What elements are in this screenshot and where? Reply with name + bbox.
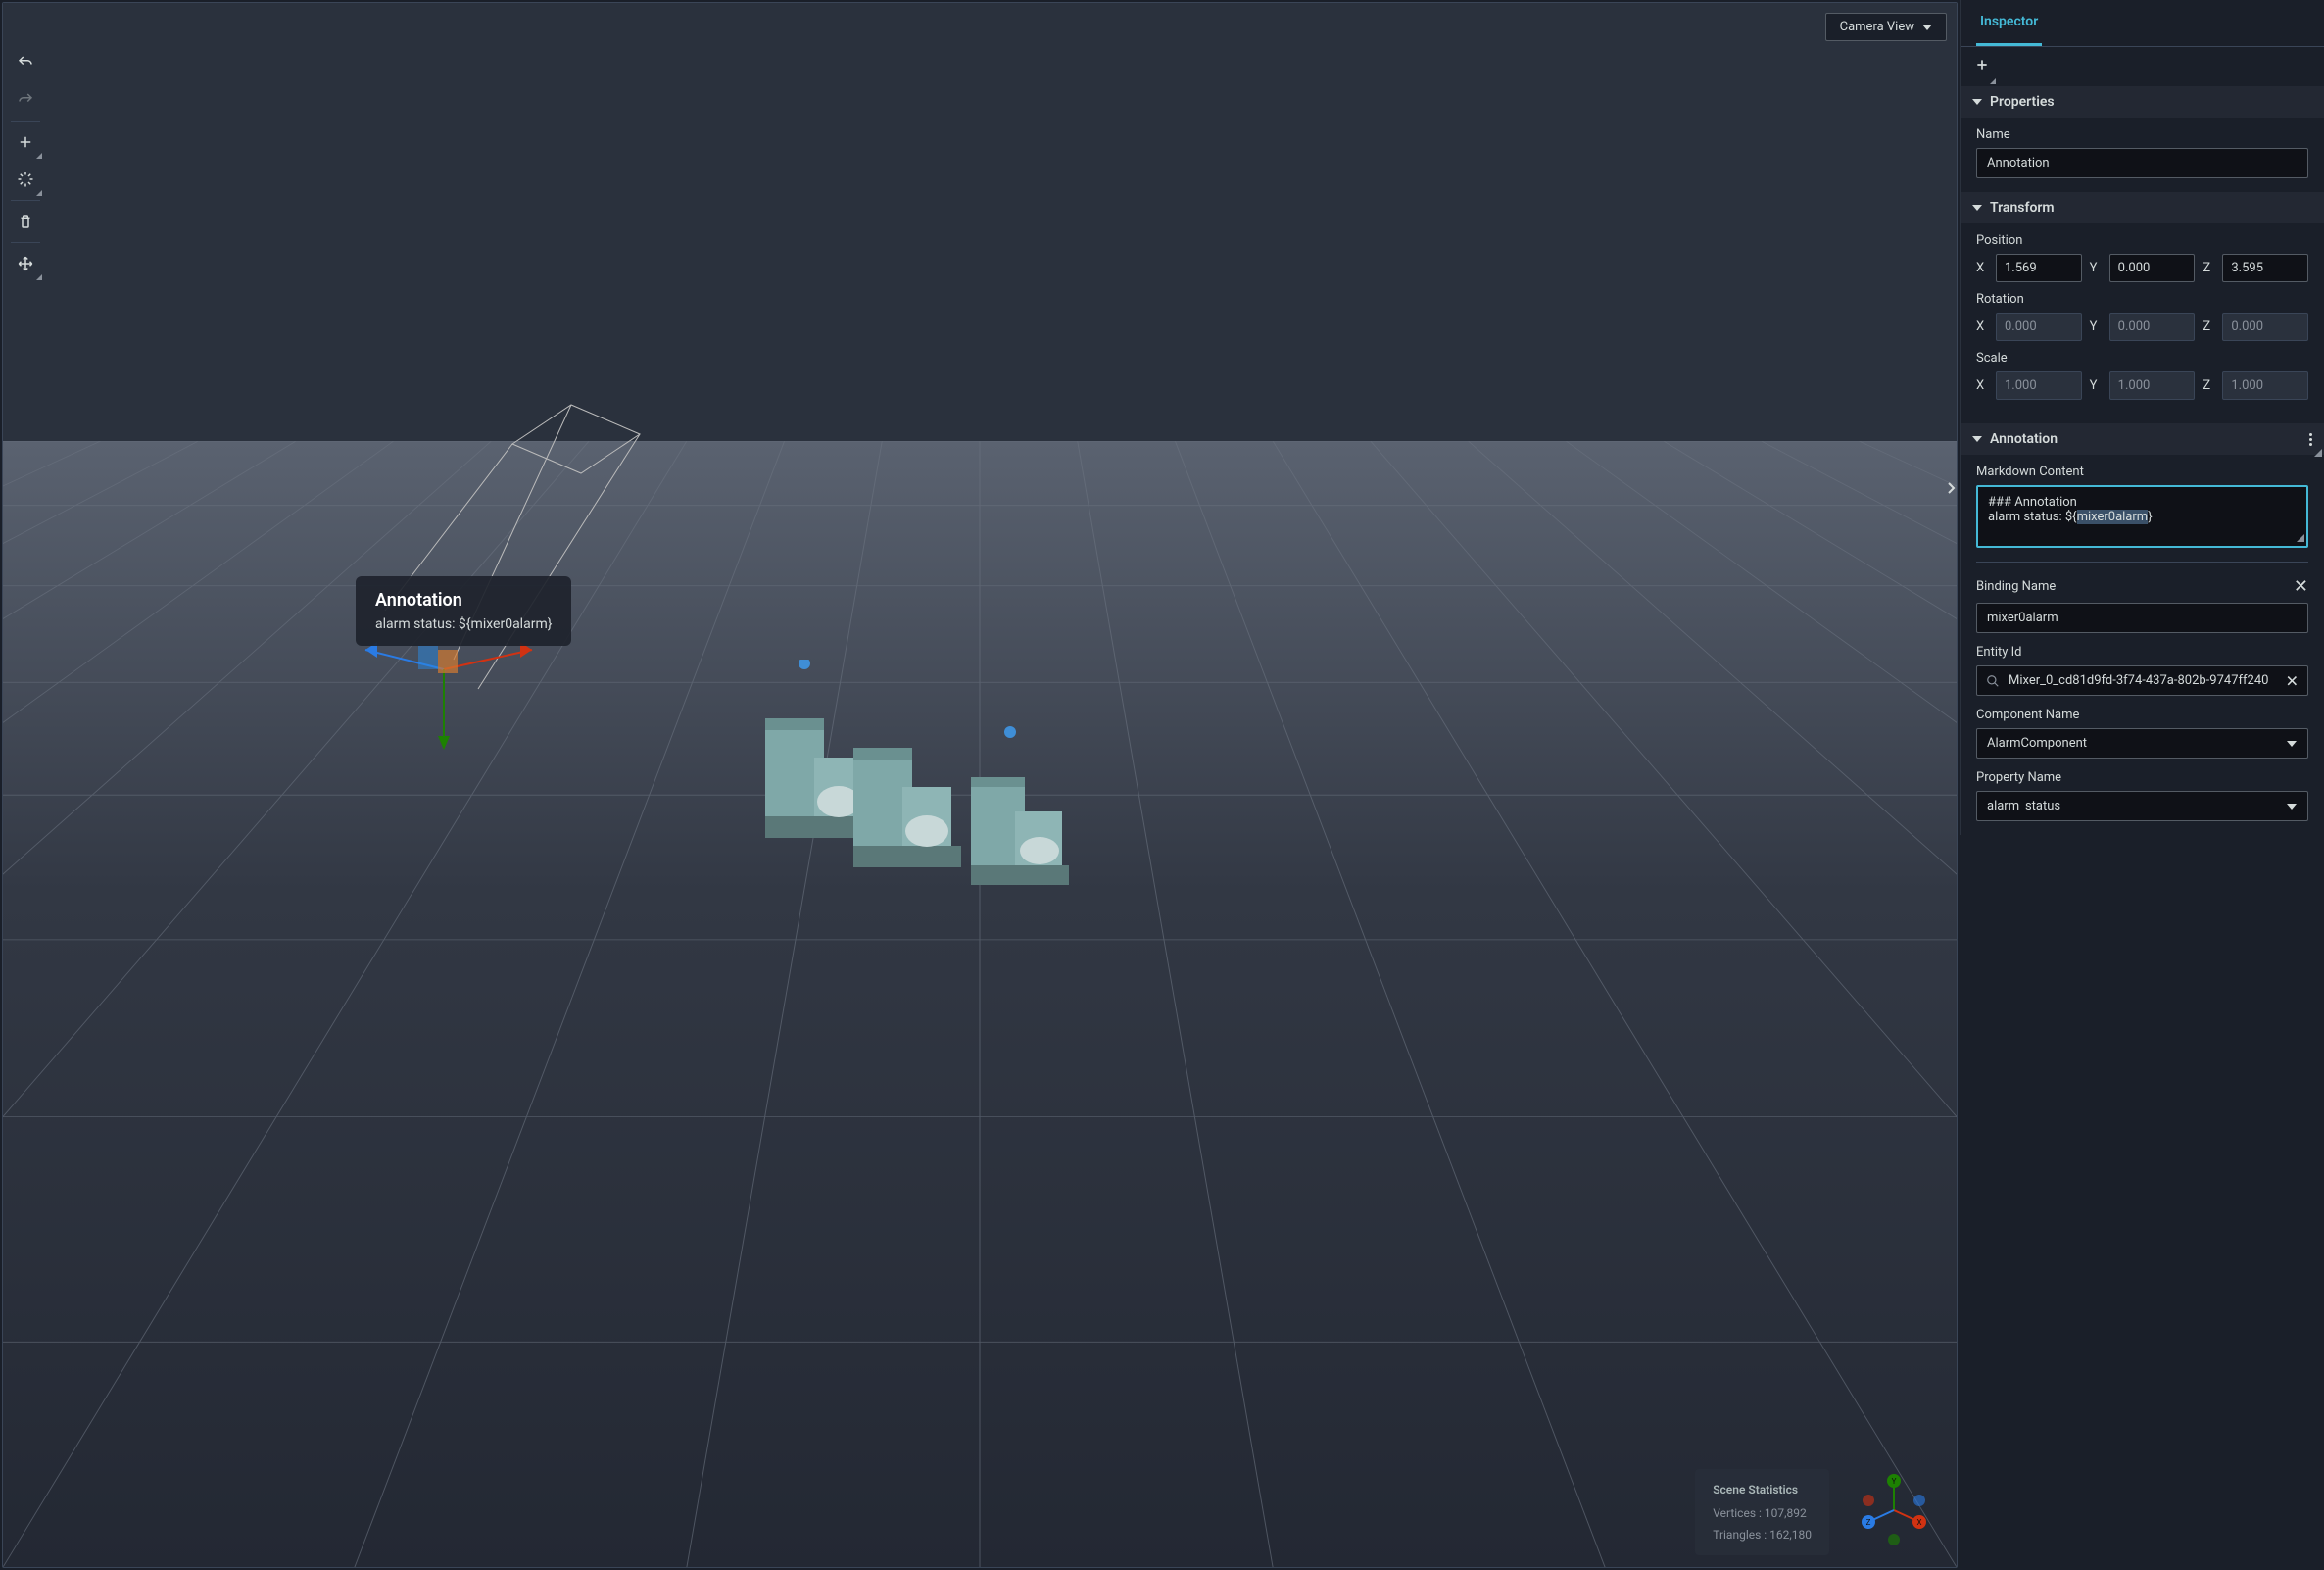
scale-x-input <box>1996 371 2082 400</box>
annotation-tooltip-title: Annotation <box>375 590 552 611</box>
rotation-label: Rotation <box>1976 292 2308 307</box>
scale-label: Scale <box>1976 351 2308 366</box>
svg-text:X: X <box>1916 1518 1921 1527</box>
scene-machines <box>746 660 1089 914</box>
annotation-tooltip: Annotation alarm status: ${mixer0alarm} <box>356 576 571 646</box>
section-header-transform[interactable]: Transform <box>1961 192 2324 223</box>
section-header-annotation[interactable]: Annotation <box>1961 423 2324 455</box>
position-y-input[interactable] <box>2109 254 2196 282</box>
rotation-y-input <box>2109 313 2196 341</box>
pan-button[interactable] <box>7 245 44 282</box>
component-name-label: Component Name <box>1976 708 2308 722</box>
add-component-button[interactable] <box>1961 47 2324 86</box>
delete-button[interactable] <box>7 203 44 240</box>
inspector-panel: Inspector Properties Name Transform Posi… <box>1960 0 2324 835</box>
scale-z-input <box>2222 371 2308 400</box>
stats-title: Scene Statistics <box>1713 1483 1812 1496</box>
viewport-3d[interactable]: Camera View Annotation alarm status: ${m… <box>2 2 1958 1568</box>
property-name-label: Property Name <box>1976 770 2308 785</box>
markdown-content-input[interactable]: ### Annotationalarm status: ${mixer0alar… <box>1976 485 2308 548</box>
panel-collapse-button[interactable] <box>1944 480 1958 496</box>
viewport-grid <box>3 441 1957 1567</box>
rotation-z-input <box>2222 313 2308 341</box>
clear-entity-button[interactable]: ✕ <box>2286 671 2299 690</box>
axis-orientation-gizmo[interactable]: Y X Z <box>1855 1471 1933 1549</box>
add-object-button[interactable] <box>7 123 44 161</box>
chevron-down-icon <box>1972 436 1982 442</box>
chevron-down-icon <box>1972 99 1982 105</box>
svg-text:Z: Z <box>1866 1518 1871 1527</box>
tab-inspector[interactable]: Inspector <box>1976 0 2042 46</box>
search-icon <box>1986 674 2000 688</box>
rotation-x-input <box>1996 313 2082 341</box>
scene-statistics-panel: Scene Statistics Vertices : 107,892 Tria… <box>1695 1469 1829 1555</box>
position-x-input[interactable] <box>1996 254 2082 282</box>
binding-name-input[interactable] <box>1976 603 2308 633</box>
viewport-sky <box>3 3 1957 441</box>
kebab-menu-icon[interactable] <box>2309 433 2312 446</box>
position-z-input[interactable] <box>2222 254 2308 282</box>
name-input[interactable] <box>1976 148 2308 178</box>
property-name-select[interactable]: alarm_status <box>1976 791 2308 821</box>
binding-name-label: Binding Name <box>1976 579 2056 594</box>
component-name-select[interactable]: AlarmComponent <box>1976 728 2308 759</box>
name-label: Name <box>1976 127 2308 142</box>
viewport-toolbar <box>7 44 44 282</box>
transform-mode-button[interactable] <box>7 161 44 198</box>
annotation-tooltip-body: alarm status: ${mixer0alarm} <box>375 616 552 632</box>
scale-y-input <box>2109 371 2196 400</box>
section-header-properties[interactable]: Properties <box>1961 86 2324 118</box>
remove-binding-button[interactable]: ✕ <box>2294 576 2308 597</box>
inspector-tabs: Inspector <box>1961 0 2324 47</box>
chevron-down-icon <box>1972 205 1982 211</box>
markdown-content-label: Markdown Content <box>1976 465 2308 479</box>
camera-view-label: Camera View <box>1840 20 1914 34</box>
camera-view-button[interactable]: Camera View <box>1825 13 1947 41</box>
redo-button[interactable] <box>7 81 44 119</box>
entity-id-input[interactable] <box>1976 665 2308 696</box>
svg-text:Y: Y <box>1892 1477 1897 1486</box>
position-label: Position <box>1976 233 2308 248</box>
undo-button[interactable] <box>7 44 44 81</box>
entity-id-label: Entity Id <box>1976 645 2308 660</box>
